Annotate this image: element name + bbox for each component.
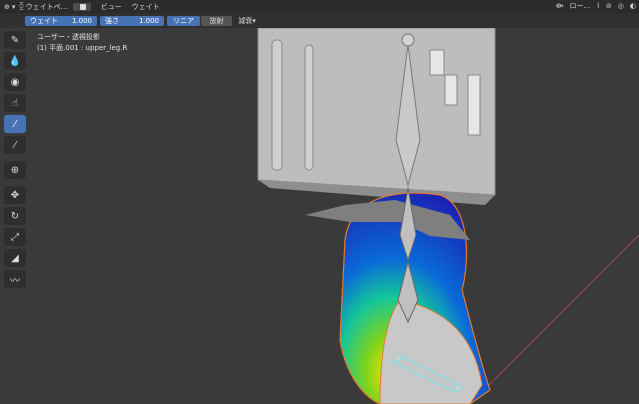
weight-label: ウェイト xyxy=(30,17,58,25)
weight-value: 1.000 xyxy=(71,17,92,25)
cursor-tool-icon[interactable]: ⊕ xyxy=(4,161,26,179)
grid-line xyxy=(0,249,261,331)
header-right: ⟴ ロー… ⌇ ⊘ ◎ ◐ xyxy=(555,1,636,11)
overlay-icon[interactable]: ◎ xyxy=(618,2,624,10)
editor-type-button[interactable]: ⊕ ▾ xyxy=(4,3,15,11)
strength-value: 1.000 xyxy=(138,17,159,25)
header-bar: ⊕ ▾ ⧲ ウェイトペ… ビュー ウェイト ⟴ ロー… ⌇ ⊘ ◎ ◐ xyxy=(0,0,639,13)
box-detail xyxy=(467,74,481,136)
rotate-tool-icon[interactable]: ↻ xyxy=(4,207,26,225)
x-axis-line xyxy=(469,234,639,404)
average-tool-icon[interactable]: ◉ xyxy=(4,73,26,91)
gizmo-icon[interactable]: ⊘ xyxy=(606,2,612,10)
chevron-down-icon: ▾ xyxy=(11,2,16,11)
box-rail xyxy=(271,39,283,171)
toolbar: ✎ 💧 ◉ ☝ ⁄ ⁄ ⊕ ✥ ↻ ⤢ ◢ 〰 xyxy=(4,31,28,291)
transform-orientation[interactable]: ロー… xyxy=(569,1,590,11)
scale-tool-icon[interactable]: ⤢ xyxy=(4,228,26,246)
shading-icon[interactable]: ◐ xyxy=(630,2,636,10)
orientation-icon: ⟴ xyxy=(555,2,564,10)
blend-dropdown[interactable]: 減衰 ▾ xyxy=(235,16,259,26)
viewport-icon: ⊕ xyxy=(4,2,10,11)
box-detail xyxy=(429,49,445,76)
annotate-tool-icon[interactable]: 〰 xyxy=(4,270,26,288)
view-name: ユーザー・透視投影 xyxy=(37,33,100,41)
menu-weights[interactable]: ウェイト xyxy=(132,2,160,12)
weight-paint-icon: ⧲ xyxy=(19,2,24,10)
mode-selector[interactable]: ⧲ ウェイトペ… xyxy=(19,2,67,12)
falloff-linear[interactable]: リニア xyxy=(167,16,200,26)
weight-field[interactable]: ウェイト 1.000 xyxy=(25,16,97,26)
mask-icon xyxy=(79,3,86,10)
mode-label: ウェイトペ… xyxy=(25,2,68,11)
falloff-radial[interactable]: 放射 xyxy=(201,16,232,26)
strength-label: 強さ xyxy=(105,17,119,25)
bone-joint xyxy=(454,384,462,392)
smear-tool-icon[interactable]: ☝ xyxy=(4,94,26,112)
3d-viewport[interactable] xyxy=(0,28,639,404)
menu-view[interactable]: ビュー xyxy=(101,2,122,12)
blur-tool-icon[interactable]: 💧 xyxy=(4,52,26,70)
chevron-down-icon: ▾ xyxy=(252,17,256,25)
snap-icon[interactable]: ⌇ xyxy=(596,2,599,10)
gradient-tool-icon[interactable]: ◢ xyxy=(4,249,26,267)
sample-weight-tool-icon[interactable]: ⁄ xyxy=(4,115,26,133)
blend-label: 減衰 xyxy=(238,17,253,25)
bone-head xyxy=(401,33,415,47)
move-tool-icon[interactable]: ✥ xyxy=(4,186,26,204)
strength-field[interactable]: 強さ 1.000 xyxy=(100,16,164,26)
object-info: (1) 平面.001 : upper_leg.R xyxy=(37,44,128,52)
box-detail xyxy=(444,74,458,106)
viewport-info: ユーザー・透視投影 (1) 平面.001 : upper_leg.R xyxy=(37,32,127,54)
sample-group-tool-icon[interactable]: ⁄ xyxy=(4,136,26,154)
draw-tool-icon[interactable]: ✎ xyxy=(4,31,26,49)
mask-toggle[interactable] xyxy=(72,2,91,11)
box-rail xyxy=(304,44,314,171)
bone-joint xyxy=(394,354,402,362)
box-mesh[interactable] xyxy=(257,28,496,196)
